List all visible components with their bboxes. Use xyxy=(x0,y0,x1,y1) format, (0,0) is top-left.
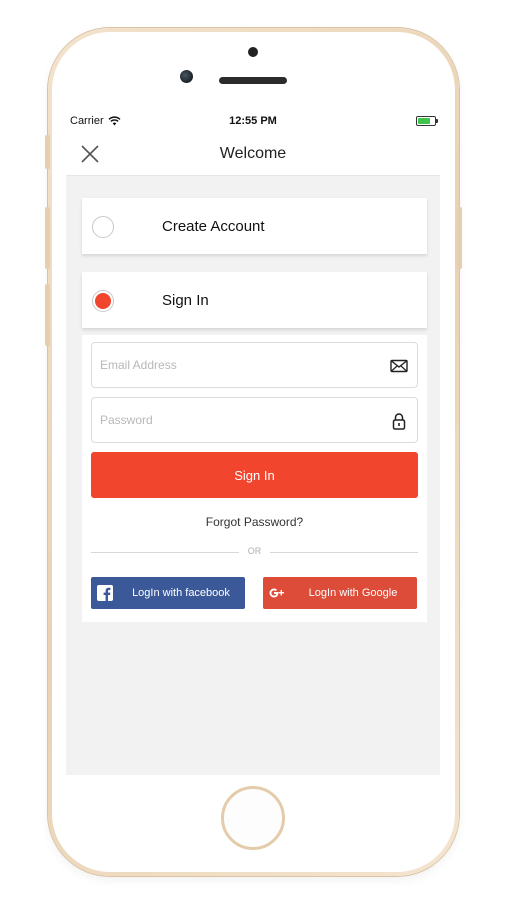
google-plus-icon xyxy=(269,588,284,598)
option-create-account[interactable]: Create Account xyxy=(82,198,427,254)
divider-line-right xyxy=(270,552,418,553)
page-title: Welcome xyxy=(219,145,287,162)
front-camera xyxy=(180,70,193,83)
sign-in-button[interactable]: Sign In xyxy=(91,452,418,498)
facebook-login-button[interactable]: LogIn with facebook xyxy=(91,577,245,609)
password-field[interactable] xyxy=(98,398,378,442)
status-bar: Carrier 12:55 PM xyxy=(66,110,440,132)
app-screen: Carrier 12:55 PM Welcome Create Account xyxy=(66,110,440,775)
battery-icon xyxy=(416,116,438,126)
power-button xyxy=(457,207,462,269)
google-login-label: LogIn with Google xyxy=(308,587,398,599)
battery-level xyxy=(418,118,430,124)
option-sign-in[interactable]: Sign In xyxy=(82,272,427,328)
status-time: 12:55 PM xyxy=(229,115,277,127)
volume-up-button xyxy=(45,207,50,269)
google-login-button[interactable]: LogIn with Google xyxy=(263,577,417,609)
radio-selected-dot xyxy=(95,293,111,309)
volume-down-button xyxy=(45,284,50,346)
option-label: Sign In xyxy=(162,292,209,309)
lock-icon xyxy=(392,413,406,430)
sign-in-form: Sign In Forgot Password? OR LogIn with f… xyxy=(82,335,427,622)
or-divider: OR xyxy=(91,545,418,559)
radio-sign-in[interactable] xyxy=(92,290,114,312)
facebook-login-label: LogIn with facebook xyxy=(132,587,230,599)
radio-create-account[interactable] xyxy=(92,216,114,238)
option-label: Create Account xyxy=(162,218,265,235)
email-field[interactable] xyxy=(98,343,378,387)
password-field-wrapper xyxy=(91,397,418,443)
proximity-sensor xyxy=(248,47,258,57)
nav-bar: Welcome xyxy=(66,132,440,176)
divider-label: OR xyxy=(247,546,262,556)
facebook-icon xyxy=(97,585,113,601)
forgot-password-link[interactable]: Forgot Password? xyxy=(82,515,427,529)
home-button[interactable] xyxy=(221,786,285,850)
mute-switch xyxy=(45,135,50,169)
email-field-wrapper xyxy=(91,342,418,388)
envelope-icon xyxy=(390,359,408,373)
earpiece-speaker xyxy=(219,77,287,84)
